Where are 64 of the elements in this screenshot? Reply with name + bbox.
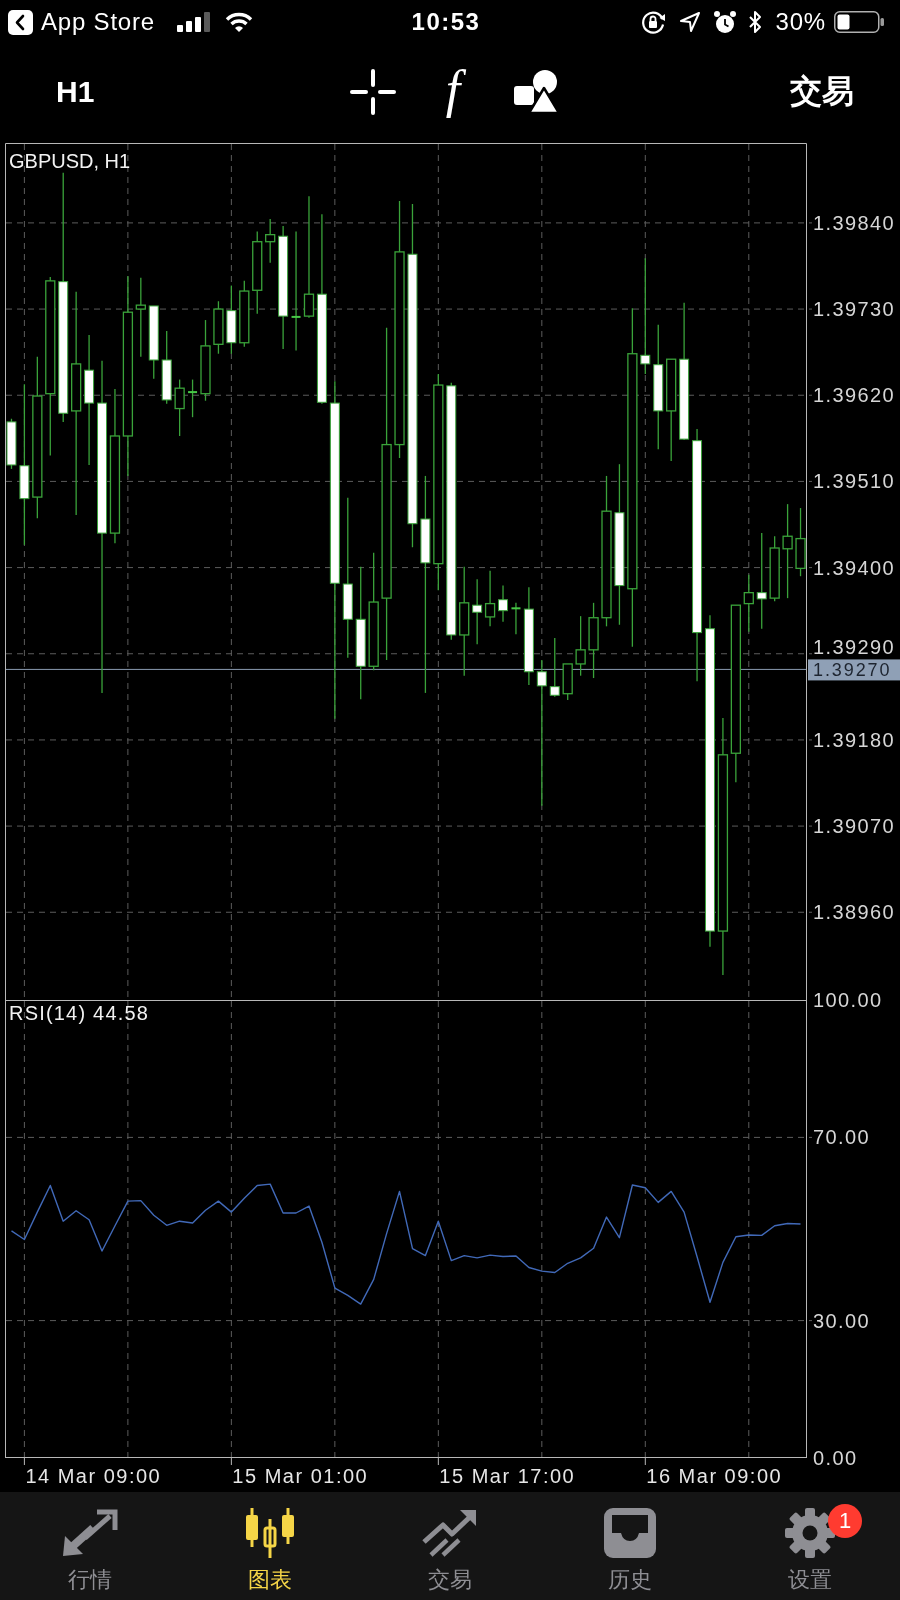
- tab-button[interactable]: 设置 1: [720, 1492, 900, 1600]
- candlestick: [782, 503, 793, 599]
- candlestick: [290, 230, 302, 352]
- candlestick: [549, 637, 560, 698]
- time-axis-label: 15 Mar 17:00: [439, 1465, 576, 1487]
- candlestick: [135, 277, 146, 358]
- tab-button[interactable]: 行情: [0, 1492, 180, 1600]
- back-icon[interactable]: [8, 10, 33, 35]
- candlestick: [174, 378, 185, 437]
- trend-arrow-icon: [421, 1507, 479, 1559]
- price-label: 1.39730: [813, 298, 896, 321]
- battery-icon: [834, 11, 884, 34]
- time-axis-label: 14 Mar 09:00: [25, 1465, 162, 1487]
- price-label: 1.39290: [813, 636, 896, 659]
- candlestick-icon: [244, 1507, 296, 1559]
- diagonal-arrows-icon: [61, 1507, 119, 1559]
- back-link[interactable]: App Store: [41, 8, 155, 37]
- candlestick: [303, 195, 315, 319]
- wifi-icon: [223, 11, 254, 34]
- candlestick: [498, 584, 509, 623]
- chart-title: GBPUSD, H1: [9, 150, 131, 172]
- ref-line-label: 1.39270: [813, 659, 892, 680]
- battery-percent: 30%: [775, 8, 826, 37]
- timeframe-button[interactable]: H1: [56, 73, 95, 110]
- rsi-axis-label: 70.00: [813, 1126, 871, 1149]
- tab-button[interactable]: 交易: [360, 1492, 540, 1600]
- price-label: 1.39400: [813, 556, 896, 579]
- settings-icon: [784, 1507, 836, 1559]
- price-label: 1.39070: [813, 815, 896, 838]
- rsi-axis-label: 100.00: [813, 989, 883, 1011]
- indicator-title: RSI(14) 44.58: [9, 1002, 150, 1024]
- signal-icon: [176, 12, 211, 33]
- candlestick: [536, 659, 547, 807]
- tab-button[interactable]: 历史: [540, 1492, 720, 1600]
- candlestick: [265, 218, 276, 264]
- candlestick: [472, 578, 483, 645]
- alarm-icon: [712, 10, 737, 35]
- crosshair-icon[interactable]: [349, 68, 396, 115]
- price-label: 1.39180: [813, 728, 896, 751]
- tab-button[interactable]: 图表: [180, 1492, 360, 1600]
- price-label: 1.38960: [813, 901, 896, 924]
- candlestick: [484, 570, 496, 627]
- bluetooth-icon: [747, 10, 762, 35]
- status-time: 10:53: [411, 8, 481, 37]
- candlestick: [743, 573, 754, 633]
- function-button[interactable]: f: [439, 63, 471, 120]
- candlestick: [640, 257, 651, 375]
- trade-button[interactable]: 交易: [790, 72, 854, 111]
- candlestick: [510, 602, 522, 635]
- location-icon: [678, 11, 701, 34]
- time-axis-label: 16 Mar 09:00: [646, 1465, 783, 1487]
- candlestick: [756, 532, 767, 630]
- price-label: 1.39510: [813, 470, 896, 493]
- price-label: 1.39620: [813, 384, 896, 407]
- candlestick: [187, 378, 199, 418]
- orientation-lock-icon: [639, 9, 666, 36]
- current-price-tag: 1.39270: [808, 659, 900, 681]
- rsi-axis-label: 30.00: [813, 1309, 871, 1332]
- rsi-axis-label: 0.00: [813, 1447, 858, 1469]
- inbox-tray-icon: [604, 1507, 656, 1559]
- notification-badge: 1: [828, 1504, 862, 1538]
- price-label: 1.39840: [813, 211, 896, 234]
- candlestick: [575, 615, 586, 677]
- time-axis-label: 15 Mar 01:00: [232, 1465, 369, 1487]
